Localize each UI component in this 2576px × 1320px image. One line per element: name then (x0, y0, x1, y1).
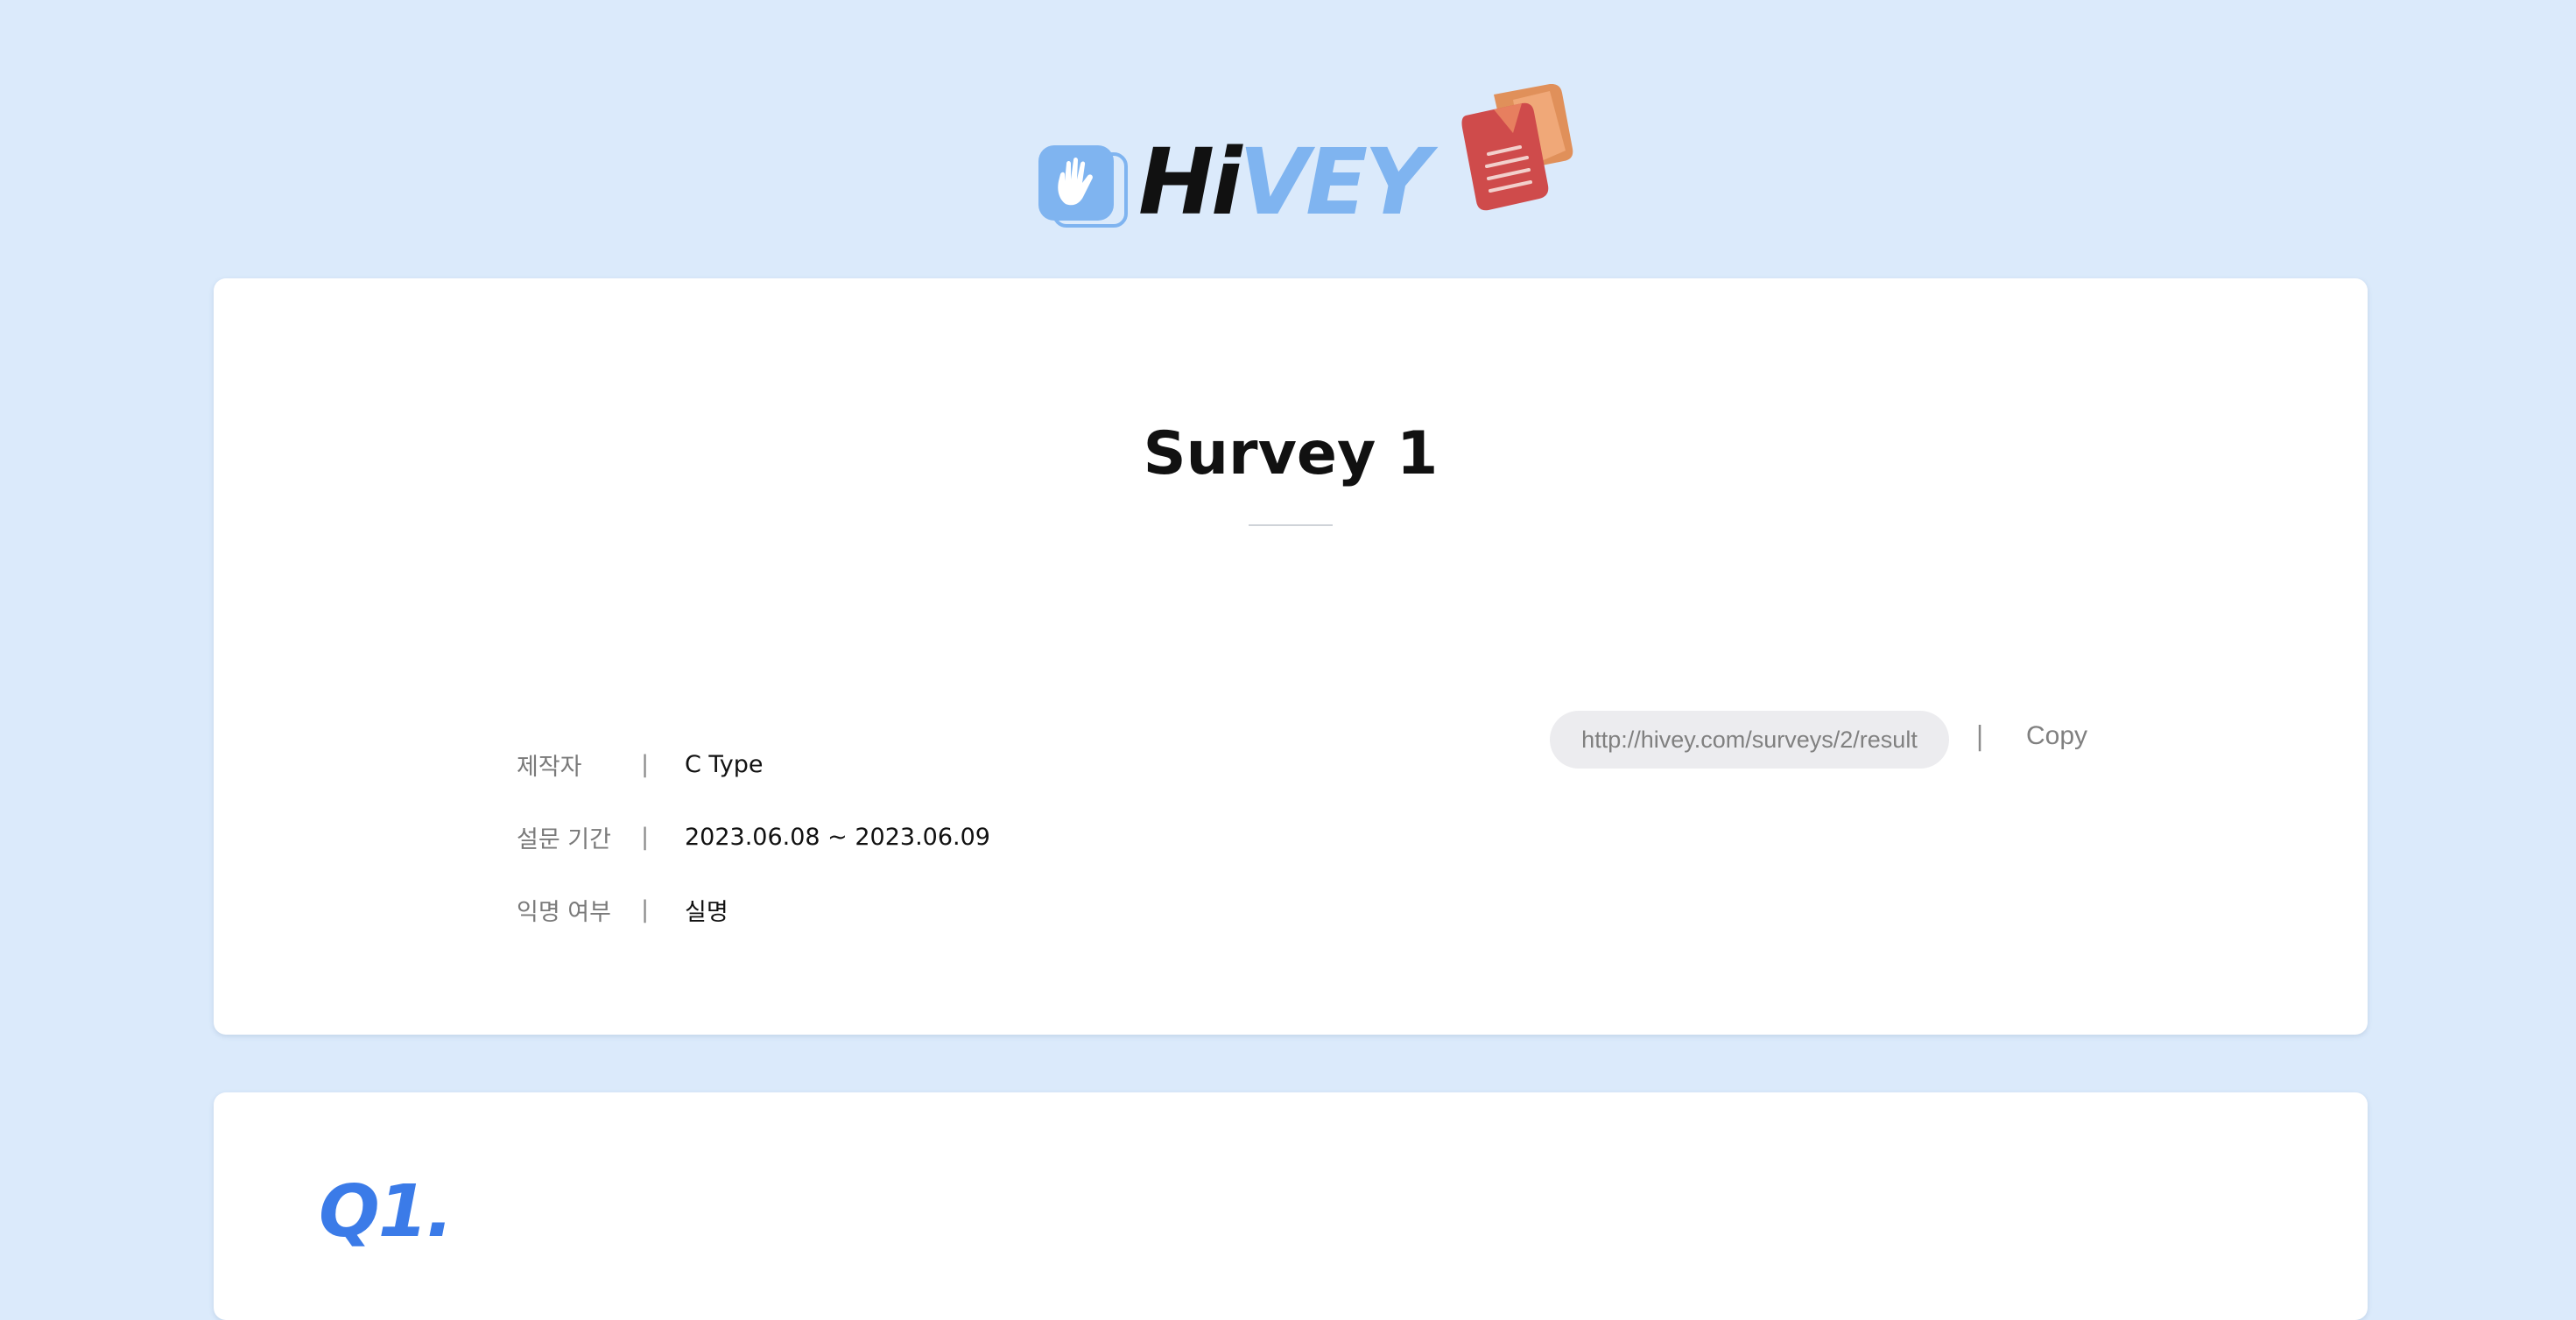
hand-icon (1038, 145, 1114, 221)
question-card: Q1. (214, 1092, 2368, 1320)
documents-icon (1459, 83, 1578, 236)
info-row-period: 설문 기간 | 2023.06.08 ~ 2023.06.09 (517, 815, 990, 859)
info-row-anonymity: 익명 여부 | 실명 (517, 888, 728, 931)
info-value: 2023.06.08 ~ 2023.06.09 (685, 823, 990, 851)
survey-title: Survey 1 (1143, 419, 1439, 488)
copy-button[interactable]: Copy (2026, 721, 2087, 751)
share-separator: | (1975, 721, 1985, 752)
title-divider (1249, 524, 1333, 526)
logo-text-vey: VEY (1238, 129, 1431, 235)
info-value: C Type (685, 750, 764, 778)
logo-wordmark: HiVEY (1138, 137, 1431, 228)
hivey-logo[interactable]: HiVEY (1033, 83, 1594, 242)
share-url-field[interactable]: http://hivey.com/surveys/2/result (1550, 711, 1949, 769)
info-separator: | (641, 750, 650, 778)
info-separator: | (641, 895, 650, 923)
question-number: Q1. (319, 1170, 454, 1253)
info-label: 익명 여부 (517, 898, 611, 926)
info-separator: | (641, 823, 650, 851)
logo-text-hi: Hi (1138, 129, 1242, 235)
info-label: 제작자 (517, 753, 582, 781)
info-row-creator: 제작자 | C Type (517, 742, 763, 786)
info-label: 설문 기간 (517, 825, 611, 853)
info-value: 실명 (685, 898, 728, 926)
survey-info-card: Survey 1 제작자 | C Type 설문 기간 | 2023.06.08… (214, 278, 2368, 1035)
